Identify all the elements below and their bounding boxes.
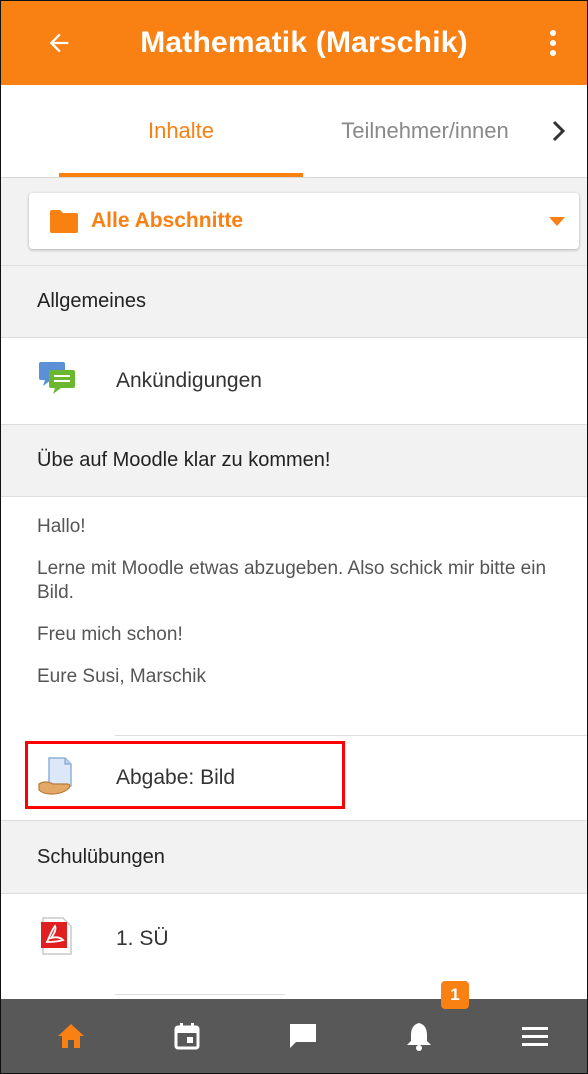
activity-label: 1. SÜ	[116, 927, 169, 950]
home-icon	[58, 1024, 84, 1048]
messages-icon	[290, 1024, 316, 1048]
tab-teilnehmer[interactable]: Teilnehmer/innen	[303, 85, 547, 177]
section-header: Allgemeines	[1, 265, 587, 338]
app-screen: Mathematik (Marschik) Inhalte Teilnehmer…	[0, 0, 588, 1074]
bottom-navigation: 1	[1, 981, 587, 1073]
summary-line: Eure Susi, Marschik	[37, 666, 206, 687]
menu-icon	[522, 1027, 548, 1046]
back-button[interactable]	[35, 19, 83, 67]
nav-notifications[interactable]	[395, 1012, 443, 1060]
activity-label: Ankündigungen	[116, 369, 262, 392]
nav-calendar[interactable]	[163, 1012, 211, 1060]
summary-line: Freu mich schon!	[37, 624, 183, 645]
folder-icon	[50, 210, 78, 233]
chevron-right-icon	[552, 120, 566, 142]
section-selector-label: Alle Abschnitte	[91, 209, 244, 232]
summary-line: Hallo!	[37, 516, 86, 537]
forum-icon	[39, 362, 75, 394]
divider	[115, 994, 285, 995]
tab-inhalte[interactable]: Inhalte	[59, 85, 303, 177]
section-summary: Hallo! Lerne mit Moodle etwas abzugeben.…	[1, 497, 587, 735]
notifications-icon	[407, 1023, 431, 1051]
section-header: Übe auf Moodle klar zu kommen!	[1, 424, 587, 497]
notification-badge: 1	[441, 981, 469, 1009]
caret-down-icon	[549, 217, 565, 226]
activity-resource[interactable]: 1. SÜ	[1, 894, 587, 984]
tab-bar: Inhalte Teilnehmer/innen	[1, 85, 587, 178]
calendar-icon	[174, 1023, 200, 1050]
pdf-icon	[41, 917, 72, 955]
highlight-box	[25, 741, 345, 809]
nav-menu[interactable]	[511, 1012, 559, 1060]
arrow-left-icon	[49, 33, 69, 53]
tabs-next-button[interactable]	[537, 107, 581, 155]
section-header: Schulübungen	[1, 820, 587, 894]
more-options-button[interactable]	[529, 19, 577, 67]
more-vertical-icon	[550, 30, 556, 56]
app-bar: Mathematik (Marschik)	[1, 1, 587, 85]
activity-forum[interactable]: Ankündigungen	[1, 338, 587, 424]
section-selector[interactable]: Alle Abschnitte	[29, 193, 579, 249]
summary-line: Lerne mit Moodle etwas abzugeben. Also s…	[37, 558, 547, 603]
page-title: Mathematik (Marschik)	[140, 26, 468, 59]
nav-messages[interactable]	[279, 1012, 327, 1060]
nav-home[interactable]	[47, 1012, 95, 1060]
